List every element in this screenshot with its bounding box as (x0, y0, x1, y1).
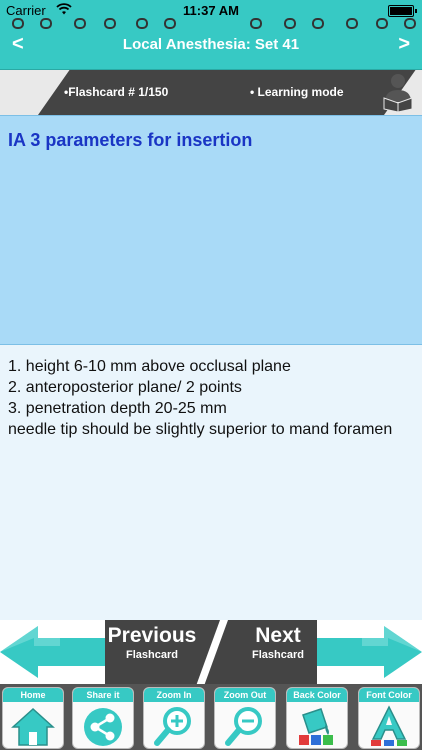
share-icon (84, 708, 122, 746)
answer-line: 3. penetration depth 20-25 mm (8, 400, 227, 417)
binder-ring-icon (346, 18, 358, 29)
next-set-button[interactable]: > (398, 33, 410, 56)
title-bar: < Local Anesthesia: Set 41 > (0, 18, 422, 70)
answer-panel: 1. height 6-10 mm above occlusal plane 2… (0, 345, 422, 620)
zoom-out-icon (225, 707, 262, 746)
zoom-in-label: Zoom In (144, 688, 204, 702)
binder-ring-icon (284, 18, 296, 29)
binder-ring-icon (250, 18, 262, 29)
page-title: Local Anesthesia: Set 41 (122, 36, 300, 53)
font-color-icon (371, 705, 407, 746)
home-button[interactable]: Home (2, 687, 64, 749)
binder-ring-icon (74, 18, 86, 29)
binder-ring-icon (376, 18, 388, 29)
home-icon (11, 707, 55, 746)
reader-icon (383, 74, 413, 112)
binder-ring-icon (404, 18, 416, 29)
home-label: Home (3, 688, 63, 702)
left-arrow-icon (0, 620, 105, 684)
next-flashcard-button[interactable]: Next Flashcard (222, 624, 334, 661)
back-color-button[interactable]: Back Color (286, 687, 348, 749)
flashcard-counter: •Flashcard # 1/150 (64, 85, 169, 99)
status-bar: Carrier 11:37 AM (0, 0, 422, 22)
binder-ring-icon (104, 18, 116, 29)
previous-label: Previous (107, 624, 197, 647)
back-color-label: Back Color (287, 688, 347, 702)
mode-label[interactable]: • Learning mode (250, 85, 344, 99)
binder-ring-icon (164, 18, 176, 29)
zoom-in-icon (154, 707, 191, 746)
binder-ring-icon (12, 18, 24, 29)
answer-line: 2. anteroposterior plane/ 2 points (8, 379, 242, 396)
share-label: Share it (73, 688, 133, 702)
battery-icon (388, 5, 417, 17)
next-sub-label: Flashcard (252, 649, 304, 661)
info-strip: •Flashcard # 1/150 • Learning mode (0, 70, 422, 115)
previous-flashcard-button[interactable]: Previous Flashcard (96, 624, 208, 661)
status-time: 11:37 AM (183, 3, 239, 18)
binder-ring-icon (312, 18, 324, 29)
question-text: IA 3 parameters for insertion (8, 130, 253, 150)
paint-bucket-icon (299, 708, 333, 745)
zoom-in-button[interactable]: Zoom In (143, 687, 205, 749)
binder-ring-icon (40, 18, 52, 29)
font-color-button[interactable]: Font Color (358, 687, 420, 749)
previous-sub-label: Flashcard (126, 649, 178, 661)
bottom-toolbar: Home Share it Zoom In Zoom Out Back Colo… (0, 684, 422, 750)
font-color-label: Font Color (359, 688, 419, 702)
question-panel: IA 3 parameters for insertion (0, 115, 422, 345)
zoom-out-button[interactable]: Zoom Out (214, 687, 276, 749)
zoom-out-label: Zoom Out (215, 688, 275, 702)
next-label: Next (255, 624, 301, 647)
answer-note: needle tip should be slightly superior t… (8, 421, 393, 438)
binder-ring-icon (136, 18, 148, 29)
share-button[interactable]: Share it (72, 687, 134, 749)
answer-line: 1. height 6-10 mm above occlusal plane (8, 358, 291, 375)
flashcard-navigation: Previous Flashcard Next Flashcard (0, 620, 422, 684)
